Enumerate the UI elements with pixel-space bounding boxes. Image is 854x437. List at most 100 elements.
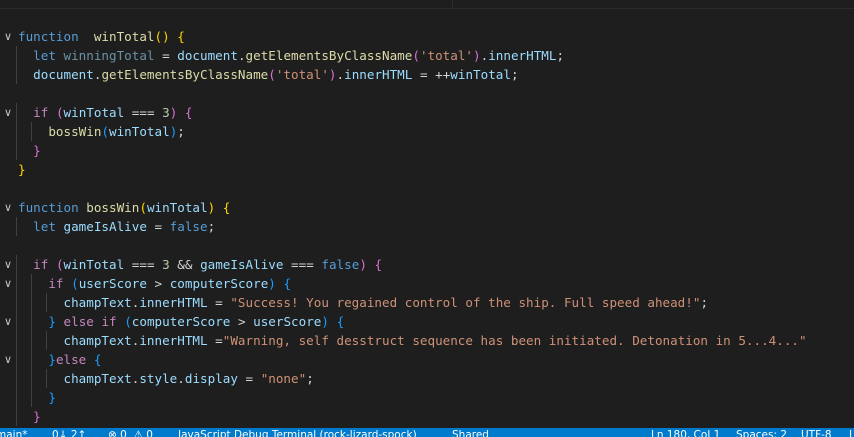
code-line[interactable]: if (winTotal === 3) { (16, 103, 807, 122)
problems-indicator[interactable]: ⊗ 0 ⚠ 0 (108, 429, 153, 437)
code-line[interactable]: if (winTotal === 3 && gameIsAlive === fa… (16, 255, 807, 274)
eol-indicator[interactable]: LF (849, 429, 854, 437)
code-token: = (207, 333, 223, 348)
code-editor[interactable]: ∨ ∨ ∨ ∨ ∨ ∨ ∨ function winTotal() { let winnin… (0, 0, 854, 428)
fold-chevron-icon[interactable]: ∨ (2, 255, 14, 274)
code-token: getElementsByClassName (101, 67, 269, 82)
debug-terminal-indicator[interactable]: JavaScript Debug Terminal (rock-lizard-s… (178, 429, 417, 437)
code-token: innerHTML (139, 295, 208, 310)
fold-chevron-icon[interactable]: ∨ (2, 274, 14, 293)
indent-guide (16, 331, 17, 350)
code-token: ; (177, 124, 185, 139)
code-line[interactable]: bossWin(winTotal); (16, 122, 807, 141)
code-token: === (283, 257, 322, 272)
code-token: = (207, 295, 231, 310)
code-token: . (237, 48, 246, 63)
code-token: winTotal (109, 124, 170, 139)
code-token: if (48, 276, 64, 291)
code-line[interactable]: champText.style.display = "none"; (16, 369, 807, 388)
code-token: ( (71, 276, 79, 291)
code-token: ( (55, 257, 64, 272)
indent-guide (31, 274, 33, 293)
encoding-indicator[interactable]: UTF-8 (801, 429, 832, 437)
code-token: let (33, 48, 56, 63)
code-token: . (177, 371, 185, 386)
code-token: winTotal (93, 29, 155, 44)
indentation-indicator[interactable]: Spaces: 2 (736, 429, 787, 437)
indent-guide (31, 331, 33, 350)
fold-chevron-icon[interactable]: ∨ (2, 103, 14, 122)
code-token: 'total' (275, 67, 329, 82)
code-token: { (336, 314, 345, 329)
code-line[interactable]: }else { (16, 350, 807, 369)
indent-guide (31, 293, 33, 312)
cursor-position[interactable]: Ln 180, Col 1 (651, 429, 720, 437)
sync-indicator[interactable]: 0↓ 2↑ (52, 429, 86, 437)
code-line[interactable]: if (userScore > computerScore) { (16, 274, 807, 293)
live-share-indicator[interactable]: Shared (452, 429, 489, 437)
code-line[interactable]: } (16, 388, 807, 407)
indent-guide (31, 122, 33, 141)
code-token: "none" (260, 371, 307, 386)
fold-chevron-icon[interactable]: ∨ (2, 312, 14, 331)
code-token: ) (268, 276, 276, 291)
code-line[interactable] (18, 84, 807, 103)
code-line[interactable]: champText.innerHTML ="Warning, self dess… (16, 331, 807, 350)
code-line[interactable]: function bossWin(winTotal) { (18, 198, 807, 217)
code-token: === (124, 105, 163, 120)
code-token: { (93, 352, 102, 367)
indent-guide (46, 369, 48, 388)
code-line[interactable]: } (16, 407, 807, 426)
indent-guide (31, 350, 33, 369)
code-line[interactable]: document. getElementsByClassName('total')… (16, 65, 807, 84)
code-line[interactable]: } (18, 160, 807, 179)
fold-chevron-icon[interactable]: ∨ (2, 27, 14, 46)
code-line[interactable]: let gameIsAlive = false; (16, 217, 807, 236)
code-token: userScore (78, 276, 147, 291)
code-token: false (321, 257, 360, 272)
code-line[interactable] (18, 179, 807, 198)
code-token: let (33, 219, 56, 234)
code-token: } (48, 390, 56, 405)
fold-chevron-icon[interactable]: ∨ (2, 350, 14, 369)
code-line[interactable]: champText.innerHTML = "Success! You rega… (16, 293, 807, 312)
indent-guide (16, 46, 17, 65)
branch-indicator[interactable]: main* (0, 429, 28, 437)
fold-gutter: ∨ ∨ ∨ ∨ ∨ ∨ ∨ (0, 0, 16, 428)
code-token: else if (63, 314, 117, 329)
code-line[interactable] (18, 236, 807, 255)
indent-guide (16, 141, 17, 160)
code-line[interactable]: } (16, 141, 807, 160)
editor-tab-edge (0, 0, 453, 8)
code-token: > (230, 314, 254, 329)
code-token: winTotal (63, 257, 125, 272)
code-token: () (154, 29, 170, 44)
code-line[interactable]: } else if (computerScore > userScore) { (16, 312, 807, 331)
code-token: innerHTML (344, 67, 413, 82)
code-token: { (222, 200, 231, 215)
code-token: { (283, 276, 292, 291)
indent-guide (16, 369, 17, 388)
code-line[interactable]: function winTotal() { (18, 27, 807, 46)
code-token: gameIsAlive (63, 219, 147, 234)
fold-chevron-icon[interactable]: ∨ (2, 198, 14, 217)
indent-guide (16, 103, 17, 122)
code-line[interactable]: let winningTotal = document.getElementsB… (16, 46, 807, 65)
code-token: 'total' (419, 48, 474, 63)
code-token: function (18, 200, 79, 215)
code-token: = (146, 219, 170, 234)
code-token: ( (412, 48, 420, 63)
code-token: champText (63, 295, 132, 310)
code-lines[interactable]: function winTotal() { let winningTotal =… (16, 27, 807, 426)
code-token: === (124, 257, 163, 272)
code-token: > (146, 276, 170, 291)
indent-guide (46, 293, 48, 312)
